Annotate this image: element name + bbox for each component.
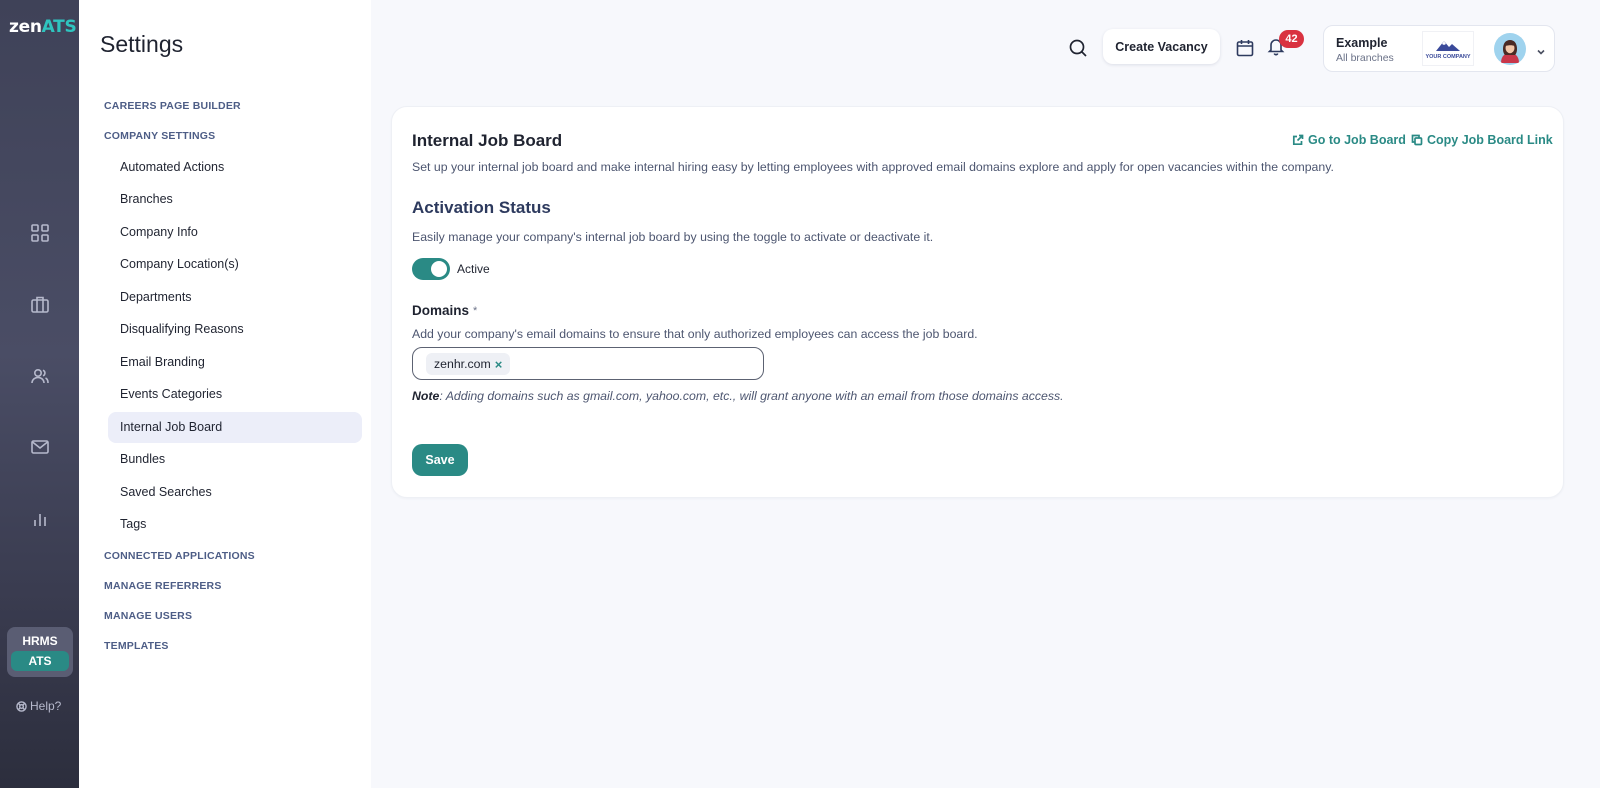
dashboard-icon[interactable] (28, 221, 52, 245)
zenats-logo[interactable]: zenATS (9, 17, 77, 37)
nav-manage-referrers[interactable]: MANAGE REFERRERS (104, 580, 222, 592)
required-marker: * (473, 305, 478, 317)
domains-note: Note: Adding domains such as gmail.com, … (412, 389, 1064, 403)
nav-company-settings[interactable]: COMPANY SETTINGS (104, 130, 215, 142)
nav-item-saved-searches[interactable]: Saved Searches (108, 477, 362, 508)
nav-careers-page-builder[interactable]: CAREERS PAGE BUILDER (104, 100, 241, 112)
analytics-icon[interactable] (28, 507, 52, 531)
calendar-icon[interactable] (1235, 38, 1257, 60)
search-icon[interactable] (1068, 38, 1090, 60)
nav-templates[interactable]: TEMPLATES (104, 640, 169, 652)
card-title: Internal Job Board (412, 131, 563, 150)
help-label: Help? (30, 699, 62, 713)
mail-icon[interactable] (28, 435, 52, 459)
page-title: Settings (100, 31, 184, 57)
save-button[interactable]: Save (412, 444, 468, 476)
remove-domain-icon[interactable]: × (495, 357, 503, 372)
hrms-switch[interactable]: HRMS (11, 631, 69, 651)
external-link-icon (1292, 134, 1304, 146)
nav-item-branches[interactable]: Branches (108, 184, 362, 215)
copy-job-board-label: Copy Job Board Link (1427, 133, 1553, 147)
nav-manage-users[interactable]: MANAGE USERS (104, 610, 192, 622)
nav-item-disqualifying-reasons[interactable]: Disqualifying Reasons (108, 314, 362, 345)
nav-item-departments[interactable]: Departments (108, 282, 362, 313)
internal-job-board-card: Internal Job Board Go to Job Board Copy … (391, 106, 1564, 498)
domains-input[interactable]: zenhr.com × (412, 347, 764, 380)
avatar[interactable] (1494, 33, 1526, 65)
nav-item-events-categories[interactable]: Events Categories (108, 379, 362, 410)
activation-toggle[interactable] (412, 258, 450, 280)
notification-badge: 42 (1279, 30, 1304, 48)
help-link[interactable]: Help? (16, 699, 61, 713)
domains-description: Add your company's email domains to ensu… (412, 327, 978, 341)
note-text: : Adding domains such as gmail.com, yaho… (439, 389, 1064, 403)
toggle-label: Active (457, 262, 490, 276)
note-label: Note (412, 389, 440, 403)
copy-icon (1411, 134, 1423, 146)
product-switcher: HRMS ATS (7, 627, 73, 677)
copy-job-board-link[interactable]: Copy Job Board Link (1411, 133, 1553, 147)
go-to-job-board-label: Go to Job Board (1308, 133, 1406, 147)
nav-item-company-locations[interactable]: Company Location(s) (108, 249, 362, 280)
domain-chip-label: zenhr.com (434, 357, 491, 371)
nav-item-automated-actions[interactable]: Automated Actions (108, 152, 362, 183)
chevron-down-icon[interactable] (1536, 44, 1546, 55)
card-description: Set up your internal job board and make … (412, 160, 1334, 174)
nav-item-tags[interactable]: Tags (108, 509, 362, 540)
account-switcher[interactable]: Example All branches YOUR COMPANY (1323, 25, 1555, 72)
nav-item-company-info[interactable]: Company Info (108, 217, 362, 248)
users-icon[interactable] (28, 364, 52, 388)
briefcase-icon[interactable] (28, 292, 52, 316)
nav-item-internal-job-board[interactable]: Internal Job Board (108, 412, 362, 443)
nav-item-email-branding[interactable]: Email Branding (108, 347, 362, 378)
create-vacancy-button[interactable]: Create Vacancy (1103, 29, 1220, 64)
company-logo: YOUR COMPANY (1422, 31, 1474, 66)
account-name: Example (1336, 36, 1388, 50)
go-to-job-board-link[interactable]: Go to Job Board (1292, 133, 1406, 147)
activation-status-title: Activation Status (412, 198, 551, 217)
lifebuoy-icon (16, 700, 27, 712)
left-rail: zenATS HRMS ATS Help? (0, 0, 79, 788)
company-logo-text: YOUR COMPANY (1425, 53, 1471, 60)
domain-chip: zenhr.com × (426, 353, 511, 375)
settings-panel: Settings CAREERS PAGE BUILDER COMPANY SE… (79, 0, 371, 788)
domains-title: Domains (412, 303, 470, 318)
nav-item-bundles[interactable]: Bundles (108, 444, 362, 475)
account-branches: All branches (1336, 52, 1394, 64)
toggle-knob (431, 261, 447, 277)
nav-connected-applications[interactable]: CONNECTED APPLICATIONS (104, 550, 255, 562)
ats-switch[interactable]: ATS (11, 651, 69, 671)
activation-status-description: Easily manage your company's internal jo… (412, 230, 934, 244)
